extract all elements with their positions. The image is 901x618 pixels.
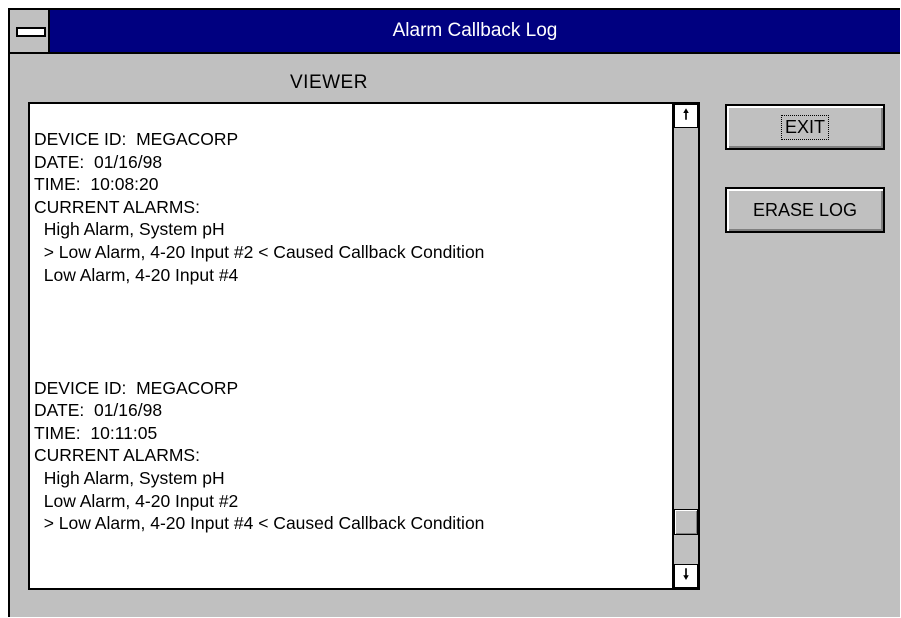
title-bar[interactable]: Alarm Callback Log: [10, 10, 900, 54]
log-line: DEVICE ID: MEGACORP: [34, 377, 239, 398]
log-line: > Low Alarm, 4-20 Input #4 < Caused Call…: [34, 513, 485, 534]
log-line: Low Alarm, 4-20 Input #2: [34, 490, 239, 511]
log-line: Low Alarm, 4-20 Input #4: [34, 264, 239, 285]
window-title: Alarm Callback Log: [392, 20, 558, 41]
exit-button-label: EXIT: [780, 114, 829, 140]
log-line: DATE: 01/16/98: [34, 400, 163, 421]
log-line: TIME: 10:08:20: [34, 174, 159, 195]
scroll-down-button[interactable]: 🠗: [674, 564, 698, 588]
exit-button[interactable]: EXIT: [725, 104, 885, 150]
scroll-thumb[interactable]: [674, 509, 698, 536]
log-line: DATE: 01/16/98: [34, 151, 163, 172]
log-line: High Alarm, System pH: [34, 467, 225, 488]
log-line: CURRENT ALARMS:: [34, 196, 200, 217]
scroll-up-button[interactable]: 🠕: [674, 104, 698, 128]
alarm-callback-log-window: Alarm Callback Log VIEWER DEVICE ID: MEG…: [8, 8, 900, 617]
vertical-scrollbar[interactable]: 🠕 🠗: [672, 104, 698, 588]
log-text: DEVICE ID: MEGACORP DATE: 01/16/98 TIME: 1…: [34, 128, 664, 535]
up-arrow-icon: 🠕: [682, 106, 689, 122]
log-line: High Alarm, System pH: [34, 219, 225, 240]
log-line: > Low Alarm, 4-20 Input #2 < Caused Call…: [34, 241, 485, 262]
log-viewer[interactable]: DEVICE ID: MEGACORP DATE: 01/16/98 TIME: 1…: [28, 102, 700, 590]
erase-log-button-label: ERASE LOG: [752, 199, 858, 220]
log-line: DEVICE ID: MEGACORP: [34, 129, 239, 149]
log-line: CURRENT ALARMS:: [34, 445, 200, 466]
system-menu-icon: [16, 27, 46, 37]
down-arrow-icon: 🠗: [682, 566, 689, 582]
system-menu-button[interactable]: [10, 10, 50, 52]
viewer-label: VIEWER: [290, 72, 368, 93]
erase-log-button[interactable]: ERASE LOG: [725, 187, 885, 233]
log-line: TIME: 10:11:05: [34, 422, 158, 443]
